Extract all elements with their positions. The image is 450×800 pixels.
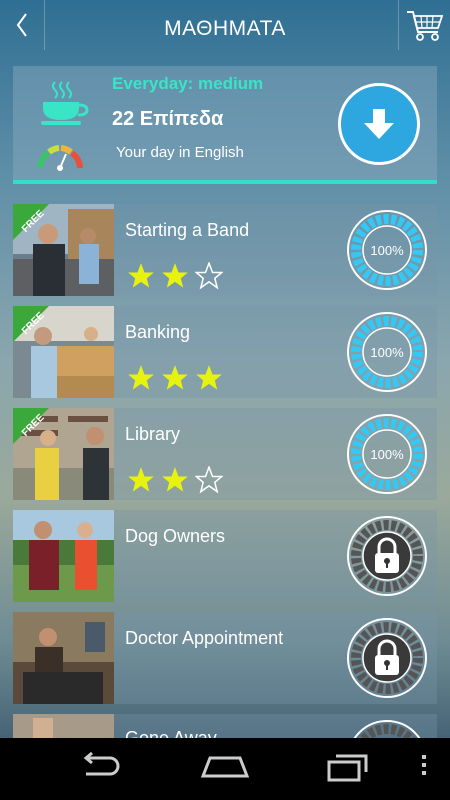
- lesson-thumbnail: [13, 714, 114, 738]
- lesson-title: Dog Owners: [125, 526, 226, 546]
- star-filled-icon: [162, 263, 188, 288]
- lesson-title: Starting a Band: [125, 220, 250, 240]
- progress-ring[interactable]: 100%: [346, 311, 428, 393]
- progress-label: 100%: [370, 447, 404, 462]
- lesson-title: Banking: [125, 322, 191, 342]
- nav-home-button[interactable]: [200, 752, 250, 780]
- lesson-thumbnail: FREE: [13, 306, 114, 398]
- coffee-cup-icon: [41, 81, 89, 125]
- gauge-icon: [37, 145, 83, 171]
- star-rating: [127, 364, 223, 392]
- lesson-item[interactable]: Gone Away: [13, 714, 437, 738]
- nav-home-icon: [200, 756, 250, 778]
- lesson-thumbnail: [13, 612, 114, 704]
- star-filled-icon: [128, 467, 154, 492]
- progress-ring[interactable]: 100%: [346, 209, 428, 291]
- back-button[interactable]: [0, 0, 45, 50]
- lesson-item[interactable]: Doctor Appointment: [13, 612, 437, 704]
- course-subtitle: Your day in English: [116, 144, 244, 161]
- download-button[interactable]: [338, 83, 420, 165]
- back-chevron-icon: [16, 13, 27, 37]
- lesson-thumbnail: [13, 510, 114, 602]
- nav-back-button[interactable]: [78, 752, 122, 780]
- star-filled-icon: [162, 467, 188, 492]
- lesson-thumbnail: FREE: [13, 408, 114, 500]
- lesson-thumbnail: FREE: [13, 204, 114, 296]
- star-filled-icon: [162, 365, 188, 390]
- cart-button[interactable]: [398, 0, 450, 50]
- progress-label: 100%: [370, 243, 404, 258]
- app-header: ΜΑΘΗΜΑΤΑ: [0, 0, 450, 58]
- nav-back-icon: [83, 752, 120, 776]
- course-summary-card: Everyday: medium 22 Επίπεδα Your day in …: [13, 66, 437, 184]
- levels-count: 22 Επίπεδα: [112, 108, 224, 130]
- page-title: ΜΑΘΗΜΑΤΑ: [164, 17, 286, 40]
- star-filled-icon: [128, 263, 154, 288]
- nav-recents-icon: [327, 754, 368, 782]
- lesson-item[interactable]: Dog Owners: [13, 510, 437, 602]
- progress-ring[interactable]: 100%: [346, 413, 428, 495]
- lock-button[interactable]: [346, 617, 428, 699]
- nav-menu-button[interactable]: [420, 752, 428, 778]
- star-rating: [127, 466, 223, 494]
- course-level: Everyday: medium: [112, 74, 264, 93]
- overflow-menu-icon: [422, 755, 426, 775]
- lesson-item[interactable]: FREE Library 100%: [13, 408, 437, 500]
- lock-button[interactable]: [346, 719, 428, 738]
- shopping-cart-icon: [406, 11, 443, 41]
- lesson-item[interactable]: FREE Starting a Band 100%: [13, 204, 437, 296]
- lock-button[interactable]: [346, 515, 428, 597]
- download-arrow-icon: [364, 109, 394, 139]
- nav-recents-button[interactable]: [326, 752, 370, 782]
- star-empty-icon: [195, 466, 223, 494]
- progress-label: 100%: [370, 345, 404, 360]
- lesson-item[interactable]: FREE Banking 100%: [13, 306, 437, 398]
- lesson-title: Library: [125, 424, 181, 444]
- lesson-title: Doctor Appointment: [125, 628, 284, 648]
- lesson-title: Gone Away: [125, 728, 217, 738]
- star-filled-icon: [128, 365, 154, 390]
- star-filled-icon: [196, 365, 222, 390]
- star-empty-icon: [195, 262, 223, 290]
- system-navigation-bar: [0, 738, 450, 800]
- star-rating: [127, 262, 223, 290]
